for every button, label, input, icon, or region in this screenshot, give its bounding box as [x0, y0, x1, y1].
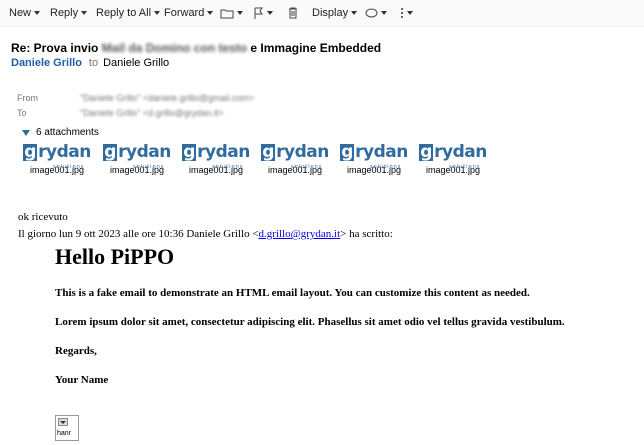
quote-suffix: > ha scritto:	[340, 228, 393, 240]
reply-label: Reply	[50, 7, 79, 19]
email-heading: Hello PiPPO	[55, 244, 175, 269]
trash-icon	[289, 7, 297, 19]
new-button[interactable]: New	[9, 6, 41, 20]
flag-button[interactable]	[254, 6, 273, 20]
to-label: To	[17, 108, 27, 118]
sender-name[interactable]: Daniele Grillo	[11, 57, 82, 69]
attachment-item[interactable]: g rydan solutions image001.jpg	[337, 143, 411, 175]
attachments-count: 6 attachments	[36, 127, 99, 138]
new-label: New	[9, 7, 32, 19]
chevron-down-icon	[267, 11, 273, 15]
image-menu-icon[interactable]	[58, 418, 68, 426]
email-signature-name: Your Name	[55, 374, 109, 386]
subject-start: Re: Prova invio	[11, 41, 99, 55]
message-subject: Re: Prova invio Mail da Domino con testo…	[11, 41, 381, 55]
more-button[interactable]	[400, 6, 413, 20]
email-paragraph-1: This is a fake email to demonstrate an H…	[55, 287, 530, 299]
email-regards: Regards,	[55, 345, 97, 357]
quote-header: Il giorno lun 9 ott 2023 alle ore 10:36 …	[18, 228, 393, 240]
chat-button[interactable]	[365, 6, 387, 20]
chevron-down-icon	[207, 11, 214, 15]
forward-button[interactable]: Forward	[164, 6, 214, 20]
broken-image-placeholder[interactable]: hanr	[55, 415, 79, 441]
attachment-item[interactable]: g rydan solutions image001.jpg	[416, 143, 490, 175]
grydan-logo-image: g rydan solutions	[340, 142, 408, 170]
attachment-item[interactable]: g rydan solutions image001.jpg	[258, 143, 332, 175]
sender-line: Daniele Grillo to Daniele Grillo	[11, 57, 169, 69]
display-label: Display	[312, 7, 349, 19]
reply-text: ok ricevuto	[18, 211, 68, 223]
email-paragraph-2: Lorem ipsum dolor sit amet, consectetur …	[55, 316, 565, 328]
from-label: From	[17, 93, 38, 103]
attachments-toggle[interactable]: 6 attachments	[22, 127, 99, 138]
display-button[interactable]: Display	[312, 6, 358, 20]
chevron-down-icon	[34, 11, 41, 15]
reply-button[interactable]: Reply	[50, 6, 88, 20]
grydan-logo-image: g rydan solutions	[103, 142, 171, 170]
delete-button[interactable]	[288, 6, 298, 20]
chevron-down-icon	[154, 11, 161, 15]
chevron-down-icon	[237, 11, 243, 15]
flag-icon	[254, 7, 263, 19]
grydan-logo-image: g rydan solutions	[23, 142, 91, 170]
from-value: "Daniele Grillo" <daniele.grillo@gmail.c…	[80, 93, 255, 103]
quote-prefix: Il giorno lun 9 ott 2023 alle ore 10:36 …	[18, 228, 259, 240]
folder-button[interactable]	[220, 6, 243, 20]
reply-all-button[interactable]: Reply to All	[96, 6, 161, 20]
speech-bubble-icon	[365, 8, 378, 17]
subject-end: e Immagine Embedded	[250, 41, 382, 55]
attachment-item[interactable]: g rydan solutions image001.jpg	[100, 143, 174, 175]
grydan-logo-image: g rydan solutions	[419, 142, 487, 170]
grydan-logo-image: g rydan solutions	[182, 142, 250, 170]
attachment-item[interactable]: g rydan solutions image001.jpg	[20, 143, 94, 175]
chevron-down-icon	[381, 11, 387, 15]
forward-label: Forward	[164, 7, 205, 19]
toolbar: New Reply Reply to All Forward Display	[0, 0, 644, 27]
reply-all-label: Reply to All	[96, 7, 152, 19]
more-vertical-icon	[401, 8, 403, 18]
folder-icon	[220, 9, 234, 18]
chevron-down-icon	[351, 11, 358, 15]
recipient-name[interactable]: Daniele Grillo	[103, 57, 169, 69]
to-value: "Daniele Grillo" <d.grillo@grydan.it>	[80, 108, 224, 118]
chevron-down-icon	[81, 11, 88, 15]
expand-triangle-icon	[22, 129, 30, 136]
attachment-item[interactable]: g rydan solutions image001.jpg	[179, 143, 253, 175]
grydan-logo-image: g rydan solutions	[261, 142, 329, 170]
image-label: hanr	[57, 430, 72, 437]
quote-email-link[interactable]: d.grillo@grydan.it	[259, 228, 341, 240]
subject-redacted: Mail da Domino con testo	[101, 41, 248, 55]
to-word: to	[88, 57, 99, 69]
chevron-down-icon	[407, 11, 413, 15]
